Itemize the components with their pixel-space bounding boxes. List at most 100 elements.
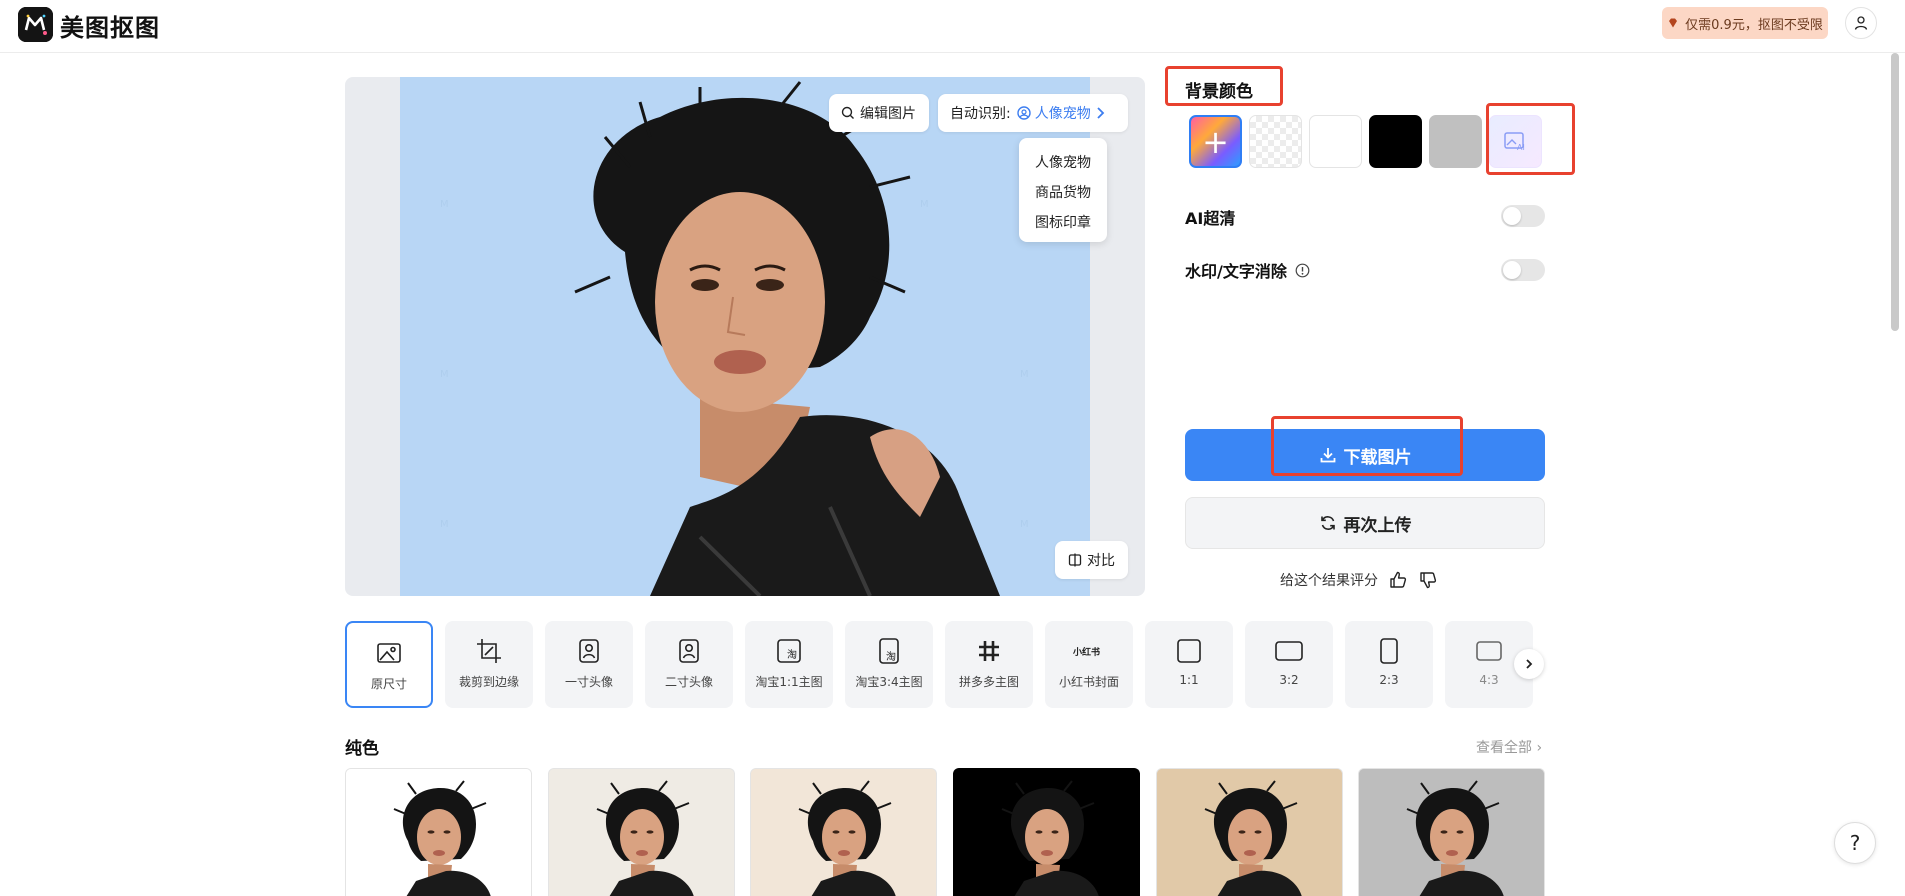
refresh-icon [1320, 516, 1335, 530]
edit-image-label: 编辑图片 [860, 106, 916, 122]
preset-xiaohongshu[interactable]: 小红书 小红书封面 [1045, 621, 1133, 708]
highlight-box-ai-swatch [1486, 103, 1575, 175]
preset-label: 4:3 [1479, 673, 1499, 687]
user-icon [1854, 16, 1868, 30]
taobao-icon: 淘 [776, 637, 802, 665]
image-icon [376, 639, 402, 667]
swatch-add-custom[interactable]: + [1189, 115, 1242, 168]
preset-label: 淘宝3:4主图 [855, 675, 923, 689]
page-scrollbar[interactable] [1891, 53, 1899, 896]
svg-text:M: M [440, 519, 449, 530]
preset-2inch-photo[interactable]: 二寸头像 [645, 621, 733, 708]
user-avatar-button[interactable] [1845, 7, 1877, 39]
ratio-icon [1379, 637, 1399, 665]
preset-ratio-2-3[interactable]: 2:3 [1345, 621, 1433, 708]
detect-type-dropdown: 人像宠物 商品货物 图标印章 [1019, 138, 1107, 242]
chevron-right-icon [1526, 659, 1533, 669]
presets-next-button[interactable] [1514, 649, 1544, 679]
ratio-icon [1475, 637, 1503, 665]
scrollbar-thumb[interactable] [1891, 53, 1899, 331]
result-photo: MMMMMMM [400, 77, 1090, 596]
crop-icon [476, 637, 502, 665]
dropdown-item-stamp[interactable]: 图标印章 [1019, 208, 1107, 238]
view-all-label: 查看全部 [1476, 740, 1532, 756]
brand-name[interactable]: 美图抠图 [60, 8, 160, 43]
preset-label: 2:3 [1379, 673, 1399, 687]
watermark-row: 水印/文字消除 [1185, 258, 1310, 282]
highlight-box-download [1271, 416, 1463, 476]
reupload-button[interactable]: 再次上传 [1185, 497, 1545, 549]
highlight-box-bg-title [1165, 66, 1283, 106]
chevron-right-icon [1097, 107, 1104, 119]
ratio-icon [1274, 637, 1304, 665]
preset-label: 二寸头像 [664, 675, 713, 689]
help-button[interactable]: ? [1834, 822, 1876, 864]
diamond-icon [1669, 18, 1678, 28]
auto-detect-value-text: 人像宠物 [1034, 106, 1091, 122]
pinduoduo-icon [977, 637, 1001, 665]
dropdown-item-portrait[interactable]: 人像宠物 [1019, 148, 1107, 178]
swatch-white[interactable] [1309, 115, 1362, 168]
portrait-icon [578, 637, 600, 665]
reupload-label: 再次上传 [1343, 515, 1412, 536]
auto-detect-label: 自动识别: [950, 106, 1011, 122]
plus-icon: + [1202, 122, 1229, 161]
solid-color-thumb[interactable] [1156, 768, 1343, 896]
thumbs-down-icon[interactable] [1418, 570, 1438, 590]
auto-detect-button[interactable]: 自动识别: 人像宠物 [938, 94, 1128, 132]
preset-1inch-photo[interactable]: 一寸头像 [545, 621, 633, 708]
rating-label: 给这个结果评分 [1280, 573, 1378, 589]
solid-color-thumb[interactable] [345, 768, 532, 896]
dropdown-item-product[interactable]: 商品货物 [1019, 178, 1107, 208]
svg-text:M: M [1020, 369, 1029, 380]
solid-color-thumb[interactable] [750, 768, 937, 896]
thumbs-up-icon[interactable] [1388, 570, 1408, 590]
solid-color-title: 纯色 [345, 739, 379, 759]
taobao-icon: 淘 [878, 637, 900, 665]
preset-ratio-1-1[interactable]: 1:1 [1145, 621, 1233, 708]
solid-color-thumb[interactable] [953, 768, 1140, 896]
svg-text:M: M [440, 369, 449, 380]
meitu-logo-icon[interactable] [18, 7, 53, 42]
preset-ratio-3-2[interactable]: 3:2 [1245, 621, 1333, 708]
watermark-toggle[interactable] [1501, 259, 1545, 281]
preset-label: 3:2 [1279, 673, 1299, 687]
ai-hd-toggle[interactable] [1501, 205, 1545, 227]
preset-label: 拼多多主图 [958, 675, 1019, 689]
info-icon[interactable] [1295, 263, 1310, 278]
portrait-icon [678, 637, 700, 665]
preset-crop-edge[interactable]: 裁剪到边缘 [445, 621, 533, 708]
rating-row: 给这个结果评分 [1280, 570, 1438, 590]
compare-button[interactable]: 对比 [1055, 541, 1128, 579]
portrait-detect-icon [1017, 106, 1031, 120]
preset-pinduoduo[interactable]: 拼多多主图 [945, 621, 1033, 708]
edit-image-button[interactable]: 编辑图片 [829, 94, 929, 132]
ratio-icon [1176, 637, 1202, 665]
watermark-label: 水印/文字消除 [1185, 262, 1287, 281]
preset-label: 1:1 [1179, 673, 1199, 687]
edit-icon [841, 106, 854, 119]
swatch-gray[interactable] [1429, 115, 1482, 168]
svg-text:M: M [1020, 519, 1029, 530]
solid-color-thumb[interactable] [548, 768, 735, 896]
auto-detect-value: 人像宠物 [1017, 103, 1105, 123]
swatch-transparent[interactable] [1249, 115, 1302, 168]
preset-original-size[interactable]: 原尺寸 [345, 621, 433, 708]
preset-label: 裁剪到边缘 [458, 675, 519, 689]
top-header: 美图抠图 仅需0.9元，抠图不受限 [0, 0, 1905, 53]
preset-label: 小红书封面 [1058, 675, 1119, 689]
preset-taobao-1-1[interactable]: 淘淘宝1:1主图 [745, 621, 833, 708]
svg-text:淘: 淘 [787, 648, 797, 661]
view-all-link[interactable]: 查看全部 › [1476, 737, 1542, 757]
solid-color-thumb[interactable] [1358, 768, 1545, 896]
ai-hd-label: AI超清 [1185, 209, 1236, 228]
xiaohongshu-icon: 小红书 [1072, 637, 1106, 665]
svg-text:小红书: 小红书 [1072, 646, 1100, 658]
promo-text: 仅需0.9元，抠图不受限 [1685, 17, 1823, 33]
swatch-black[interactable] [1369, 115, 1422, 168]
promo-button[interactable]: 仅需0.9元，抠图不受限 [1662, 7, 1828, 39]
preset-taobao-3-4[interactable]: 淘淘宝3:4主图 [845, 621, 933, 708]
svg-text:淘: 淘 [886, 650, 896, 663]
compare-icon [1068, 553, 1082, 567]
preset-label: 一寸头像 [564, 675, 613, 689]
